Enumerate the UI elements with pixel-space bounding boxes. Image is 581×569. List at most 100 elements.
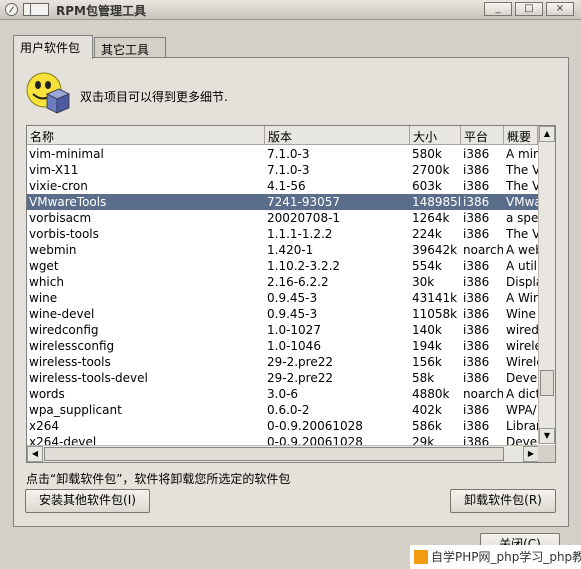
cell-arch: i386: [463, 259, 490, 273]
table-row[interactable]: wine 0.9.45-3 43141k i386 A Win: [27, 290, 538, 306]
cell-version: 1.1.1-1.2.2: [267, 227, 333, 241]
table-row[interactable]: vixie-cron 4.1-56 603k i386 The V: [27, 178, 538, 194]
cell-version: 1.0-1027: [267, 323, 321, 337]
cell-arch: i386: [463, 147, 490, 161]
cell-arch: i386: [463, 403, 490, 417]
scroll-right-icon[interactable]: ▶: [523, 446, 539, 462]
cell-name: vim-X11: [29, 163, 79, 177]
cell-size: 402k: [412, 403, 442, 417]
cell-summary: A utili: [506, 259, 538, 273]
table-row[interactable]: vim-X11 7.1.0-3 2700k i386 The V: [27, 162, 538, 178]
scroll-up-icon[interactable]: ▲: [539, 126, 555, 142]
cell-name: wiredconfig: [29, 323, 99, 337]
table-row[interactable]: webmin 1.420-1 39642k noarchA web: [27, 242, 538, 258]
table-row[interactable]: vorbisacm 20020708-1 1264k i386 a spe: [27, 210, 538, 226]
cell-size: 11058k: [412, 307, 458, 321]
cell-version: 2.16-6.2.2: [267, 275, 329, 289]
cell-name: vim-minimal: [29, 147, 104, 161]
cell-arch: noarch: [463, 387, 503, 401]
cell-summary: Wine: [506, 307, 536, 321]
cell-version: 0.9.45-3: [267, 307, 318, 321]
cell-size: 194k: [412, 339, 442, 353]
table-row[interactable]: words 3.0-6 4880k noarch A dict: [27, 386, 538, 402]
horizontal-scroll-thumb[interactable]: [44, 447, 504, 461]
cell-name: x264: [29, 419, 60, 433]
cell-version: 7241-93057: [267, 195, 341, 209]
table-row[interactable]: x264 0-0.9.20061028 586k i386 Librar: [27, 418, 538, 434]
cell-name: words: [29, 387, 65, 401]
tab-other-tools[interactable]: 其它工具: [94, 37, 166, 59]
cell-name: wireless-tools: [29, 355, 111, 369]
minimize-button[interactable]: _: [484, 2, 512, 16]
watermark: 自学PHP网_php学习_php教程: [410, 545, 581, 569]
cell-arch: i386: [463, 323, 490, 337]
scroll-left-icon[interactable]: ◀: [27, 446, 43, 462]
maximize-button[interactable]: □: [515, 2, 543, 16]
table-row[interactable]: vorbis-tools 1.1.1-1.2.2 224k i386 The V: [27, 226, 538, 242]
table-row[interactable]: wiredconfig 1.0-1027 140k i386 wired: [27, 322, 538, 338]
install-other-packages-button[interactable]: 安装其他软件包(I): [25, 489, 150, 513]
cell-arch: i386: [463, 355, 490, 369]
cell-name: wget: [29, 259, 59, 273]
cell-version: 20020708-1: [267, 211, 341, 225]
cell-summary: wirele: [506, 339, 538, 353]
column-header-size[interactable]: 大小: [410, 126, 461, 145]
cell-summary: Devel: [506, 371, 538, 385]
cell-size: 156k: [412, 355, 442, 369]
column-header-version[interactable]: 版本: [265, 126, 410, 145]
cell-size: 39642k: [412, 243, 458, 257]
table-row[interactable]: wireless-tools 29-2.pre22 156k i386 Wirele: [27, 354, 538, 370]
cell-arch: i386: [463, 339, 490, 353]
tab-user-packages[interactable]: 用户软件包: [13, 35, 93, 59]
close-window-button[interactable]: ×: [546, 2, 574, 16]
cell-name: which: [29, 275, 64, 289]
package-list[interactable]: 名称 版本 大小 平台 概要 vim-minimal 7.1.0-3 580k i38…: [26, 125, 556, 463]
cell-summary: A dict: [506, 387, 538, 401]
cell-size: 4880k: [412, 387, 450, 401]
uninstall-package-button[interactable]: 卸载软件包(R): [450, 489, 556, 513]
cell-version: 0-0.9.20061028: [267, 419, 363, 433]
horizontal-scrollbar[interactable]: ◀ ▶: [27, 445, 539, 462]
cell-size: 224k: [412, 227, 442, 241]
cell-version: 3.0-6: [267, 387, 299, 401]
window-menu-icon[interactable]: [23, 3, 49, 16]
cell-arch: i386: [463, 195, 490, 209]
cell-name: webmin: [29, 243, 77, 257]
cell-size: 586k: [412, 419, 442, 433]
table-row[interactable]: wireless-tools-devel 29-2.pre22 58k i386 Dev…: [27, 370, 538, 386]
table-row[interactable]: VMwareTools 7241-93057 148985ki386 VMwa: [27, 194, 538, 210]
cell-summary: Wirele: [506, 355, 538, 369]
uninstall-note: 点击“卸载软件包”，软件将卸载您所选定的软件包: [26, 472, 291, 486]
package-hint-icon: [26, 72, 70, 114]
column-header-name[interactable]: 名称: [27, 126, 265, 145]
cell-size: 58k: [412, 371, 435, 385]
cell-arch: i386: [463, 275, 490, 289]
vertical-scroll-thumb[interactable]: [540, 370, 554, 396]
cell-size: 43141k: [412, 291, 458, 305]
cell-version: 29-2.pre22: [267, 355, 333, 369]
table-row[interactable]: wine-devel 0.9.45-3 11058k i386 Wine: [27, 306, 538, 322]
cell-arch: noarch: [463, 243, 503, 257]
watermark-text: 自学PHP网_php学习_php教程: [431, 550, 581, 564]
column-header-arch[interactable]: 平台: [461, 126, 504, 145]
system-menu-icon[interactable]: [5, 3, 18, 16]
vertical-scrollbar[interactable]: ▲ ▼: [538, 126, 555, 444]
cell-name: wireless-tools-devel: [29, 371, 148, 385]
column-header-summary[interactable]: 概要: [504, 126, 538, 145]
cell-summary: The V: [506, 227, 538, 241]
cell-size: 603k: [412, 179, 442, 193]
table-row[interactable]: wirelessconfig 1.0-1046 194k i386 wirele: [27, 338, 538, 354]
cell-arch: i386: [463, 211, 490, 225]
cell-size: 2700k: [412, 163, 450, 177]
cell-version: 7.1.0-3: [267, 147, 310, 161]
table-row[interactable]: vim-minimal 7.1.0-3 580k i386 A min: [27, 146, 538, 162]
scroll-down-icon[interactable]: ▼: [539, 428, 555, 444]
cell-name: vorbisacm: [29, 211, 92, 225]
cell-summary: The V: [506, 179, 538, 193]
table-row[interactable]: which 2.16-6.2.2 30k i386 Displa: [27, 274, 538, 290]
table-row[interactable]: wget 1.10.2-3.2.2 554k i386 A utili: [27, 258, 538, 274]
cell-name: vorbis-tools: [29, 227, 99, 241]
cell-summary: Librar: [506, 419, 538, 433]
title-bar: RPM包管理工具 _ □ ×: [0, 0, 581, 20]
table-row[interactable]: wpa_supplicant 0.6.0-2 402k i386 WPA/: [27, 402, 538, 418]
